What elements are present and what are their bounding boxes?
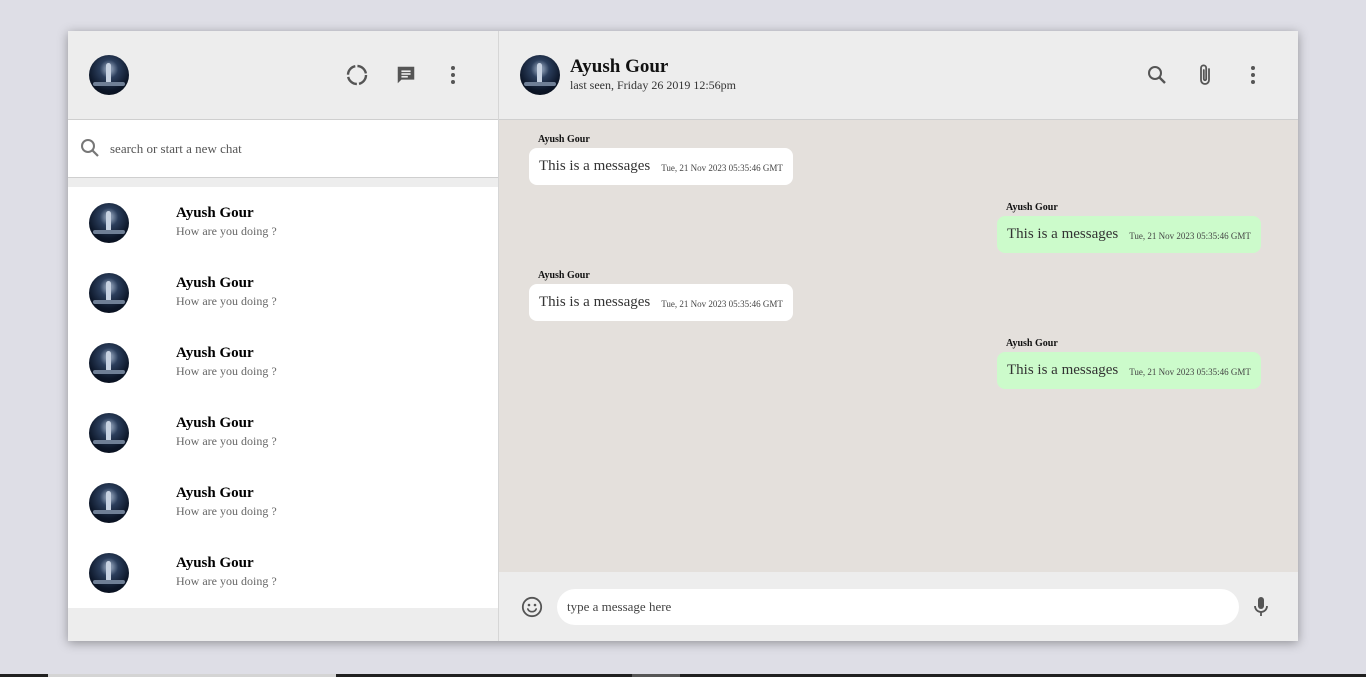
conversation-header: Ayush Gour last seen, Friday 26 2019 12:… — [499, 31, 1298, 120]
message-outgoing: Ayush Gour This is a messages Tue, 21 No… — [997, 202, 1261, 253]
message-bubble: This is a messages Tue, 21 Nov 2023 05:3… — [997, 352, 1261, 389]
emoji-icon[interactable] — [521, 596, 543, 623]
conversation-panel: Ayush Gour last seen, Friday 26 2019 12:… — [499, 31, 1298, 641]
chat-list-item[interactable]: Ayush Gour How are you doing ? — [68, 257, 498, 327]
message-sender: Ayush Gour — [1006, 338, 1058, 349]
new-chat-icon[interactable] — [393, 63, 419, 87]
chat-preview: How are you doing ? — [176, 364, 277, 378]
avatar — [89, 483, 129, 523]
message-bubble: This is a messages Tue, 21 Nov 2023 05:3… — [529, 284, 793, 321]
contact-avatar[interactable] — [520, 55, 560, 95]
message-timestamp: Tue, 21 Nov 2023 05:35:46 GMT — [661, 163, 783, 173]
message-text: This is a messages — [1007, 226, 1119, 242]
chat-list-item[interactable]: Ayush Gour How are you doing ? — [68, 467, 498, 537]
chat-list: Ayush Gour How are you doing ? Ayush Gou… — [68, 187, 498, 608]
chat-name: Ayush Gour — [176, 205, 254, 221]
message-timestamp: Tue, 21 Nov 2023 05:35:46 GMT — [661, 299, 783, 309]
message-timestamp: Tue, 21 Nov 2023 05:35:46 GMT — [1129, 367, 1251, 377]
message-text: This is a messages — [539, 158, 651, 174]
menu-icon[interactable] — [443, 63, 463, 87]
avatar — [89, 203, 129, 243]
chat-list-item[interactable]: Ayush Gour How are you doing ? — [68, 187, 498, 257]
chat-preview: How are you doing ? — [176, 224, 277, 238]
message-input[interactable] — [557, 589, 1239, 625]
contact-name[interactable]: Ayush Gour — [570, 56, 668, 78]
chat-app: Ayush Gour How are you doing ? Ayush Gou… — [68, 31, 1298, 641]
chat-name: Ayush Gour — [176, 555, 254, 571]
search-icon[interactable] — [1145, 63, 1169, 87]
message-text: This is a messages — [1007, 362, 1119, 378]
search-icon — [80, 138, 100, 163]
chat-list-item[interactable]: Ayush Gour How are you doing ? — [68, 327, 498, 397]
chat-name: Ayush Gour — [176, 345, 254, 361]
chat-list-item[interactable]: Ayush Gour How are you doing ? — [68, 397, 498, 467]
avatar — [89, 413, 129, 453]
message-incoming: Ayush Gour This is a messages Tue, 21 No… — [529, 270, 793, 321]
chat-preview: How are you doing ? — [176, 574, 277, 588]
chat-name: Ayush Gour — [176, 275, 254, 291]
message-sender: Ayush Gour — [538, 134, 590, 145]
chat-preview: How are you doing ? — [176, 434, 277, 448]
message-sender: Ayush Gour — [538, 270, 590, 281]
status-icon[interactable] — [344, 63, 370, 87]
message-bubble: This is a messages Tue, 21 Nov 2023 05:3… — [997, 216, 1261, 253]
avatar — [89, 343, 129, 383]
message-outgoing: Ayush Gour This is a messages Tue, 21 No… — [997, 338, 1261, 389]
sidebar: Ayush Gour How are you doing ? Ayush Gou… — [68, 31, 499, 641]
chat-name: Ayush Gour — [176, 415, 254, 431]
message-text: This is a messages — [539, 294, 651, 310]
search-bar — [68, 120, 498, 178]
attach-icon[interactable] — [1193, 63, 1217, 87]
avatar — [89, 553, 129, 593]
chat-name: Ayush Gour — [176, 485, 254, 501]
message-timestamp: Tue, 21 Nov 2023 05:35:46 GMT — [1129, 231, 1251, 241]
contact-status: last seen, Friday 26 2019 12:56pm — [570, 78, 736, 92]
user-avatar[interactable] — [89, 55, 129, 95]
message-sender: Ayush Gour — [1006, 202, 1058, 213]
avatar — [89, 273, 129, 313]
message-bubble: This is a messages Tue, 21 Nov 2023 05:3… — [529, 148, 793, 185]
sidebar-header — [68, 31, 498, 120]
mic-icon[interactable] — [1253, 596, 1269, 623]
search-input[interactable] — [108, 136, 482, 162]
message-composer — [499, 572, 1298, 641]
chat-preview: How are you doing ? — [176, 504, 277, 518]
chat-list-item[interactable]: Ayush Gour How are you doing ? — [68, 537, 498, 607]
message-incoming: Ayush Gour This is a messages Tue, 21 No… — [529, 134, 793, 185]
chat-preview: How are you doing ? — [176, 294, 277, 308]
message-area: Ayush Gour This is a messages Tue, 21 No… — [499, 120, 1298, 572]
menu-icon[interactable] — [1243, 63, 1263, 87]
